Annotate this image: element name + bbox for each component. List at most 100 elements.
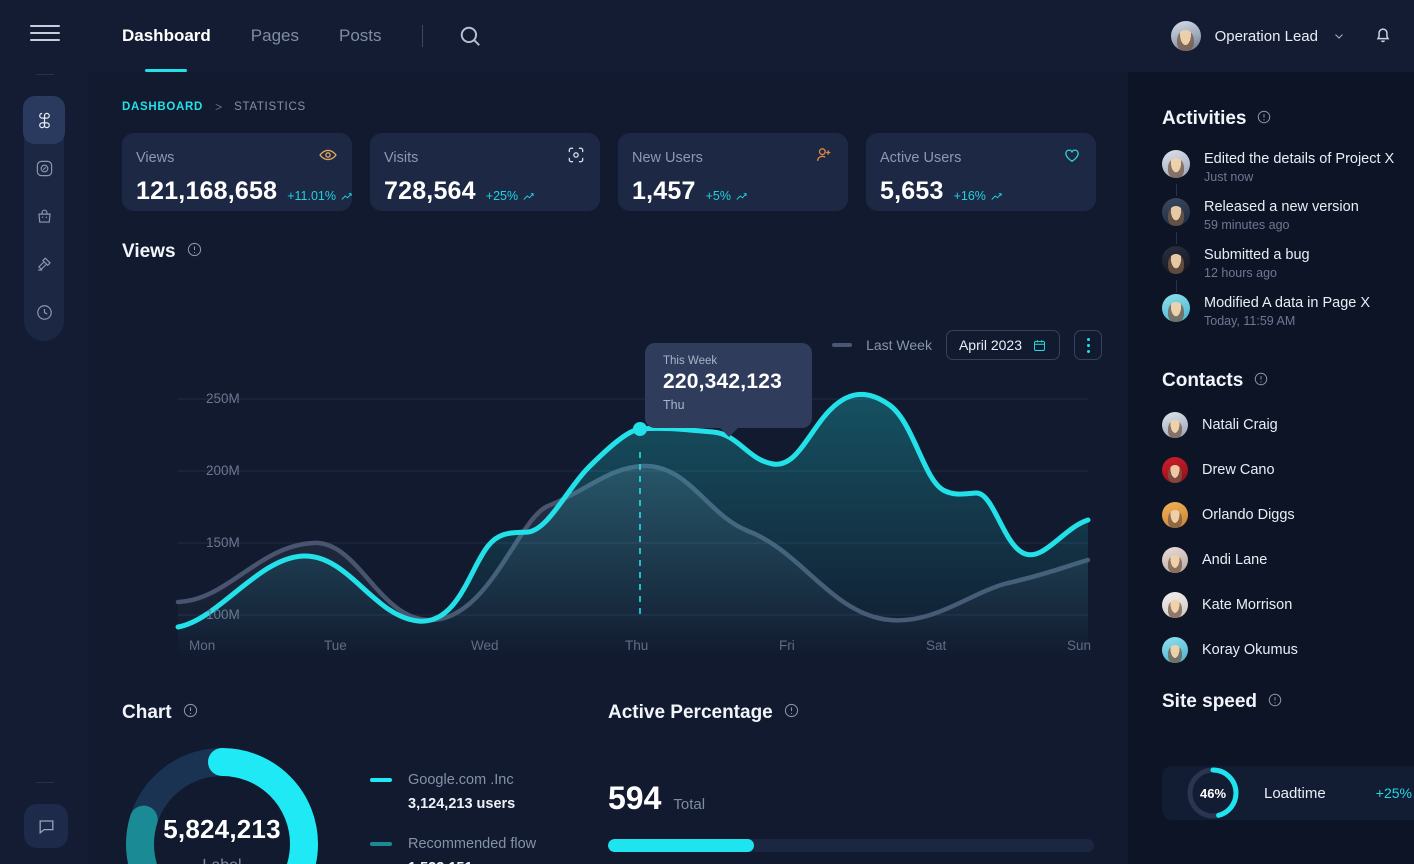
kebab-dot <box>1087 350 1090 353</box>
activity-timestamp: Today, 11:59 AM <box>1204 314 1370 328</box>
activity-text: Released a new version 59 minutes ago <box>1204 198 1359 232</box>
stat-card-header: Views <box>136 145 338 170</box>
chart-panel-header: Chart <box>122 702 602 724</box>
contacts-header: Contacts <box>1162 370 1414 392</box>
info-circle-icon[interactable] <box>1267 692 1283 713</box>
tab-dashboard[interactable]: Dashboard <box>122 0 211 72</box>
list-item[interactable]: Natali Craig <box>1162 412 1414 438</box>
stat-card-active-users[interactable]: Active Users 5,653 +16% <box>866 133 1096 211</box>
breadcrumb-dashboard[interactable]: DASHBOARD <box>122 101 203 113</box>
contact-name: Drew Cano <box>1202 462 1275 478</box>
search-icon[interactable] <box>457 23 483 49</box>
eye-icon <box>318 145 338 170</box>
tab-posts[interactable]: Posts <box>339 0 382 72</box>
site-speed-card[interactable]: 46% Loadtime +25% <box>1162 766 1414 820</box>
list-item[interactable]: Koray Okumus <box>1162 637 1414 663</box>
list-item[interactable]: Submitted a bug 12 hours ago <box>1162 246 1414 294</box>
chevron-down-icon[interactable] <box>1332 29 1346 43</box>
breadcrumb-separator: > <box>215 100 222 114</box>
status-badge: +5% <box>706 189 749 206</box>
stat-card-row: Views 121,168,658 +11.01% Visits <box>122 133 1128 211</box>
y-tick-label: 100M <box>206 607 240 622</box>
date-range-selector[interactable]: April 2023 <box>946 330 1060 360</box>
list-item[interactable]: Modified A data in Page X Today, 11:59 A… <box>1162 294 1414 342</box>
stat-card-visits[interactable]: Visits 728,564 +25% <box>370 133 600 211</box>
stat-card-header: Active Users <box>880 145 1082 170</box>
list-item[interactable]: Drew Cano <box>1162 457 1414 483</box>
sidebar-item-history[interactable] <box>24 288 64 336</box>
compass-icon <box>35 159 54 178</box>
calendar-icon <box>1032 338 1047 353</box>
info-circle-icon[interactable] <box>1253 371 1269 392</box>
legend-row: Google.com .Inc <box>370 772 536 788</box>
list-item[interactable]: Released a new version 59 minutes ago <box>1162 198 1414 246</box>
sidebar-item-explore[interactable] <box>24 144 64 192</box>
more-vertical-icon[interactable] <box>1074 330 1102 360</box>
chart-y-axis: 250M 200M 150M 100M <box>88 368 1128 668</box>
info-circle-icon[interactable] <box>186 241 203 263</box>
avatar[interactable] <box>1171 21 1201 51</box>
list-item[interactable]: Edited the details of Project X Just now <box>1162 150 1414 198</box>
info-circle-icon[interactable] <box>182 702 199 724</box>
main-content: DASHBOARD > STATISTICS Views 121,168,658… <box>88 72 1128 864</box>
chat-bubble-icon[interactable] <box>24 804 68 848</box>
sidebar-divider-top <box>36 74 54 75</box>
tooltip-day: Thu <box>663 398 812 412</box>
hamburger-icon[interactable] <box>30 20 60 46</box>
info-circle-icon[interactable] <box>1256 109 1272 130</box>
list-item[interactable]: Andi Lane <box>1162 547 1414 573</box>
bell-glyph <box>1372 23 1394 45</box>
avatar <box>1162 246 1190 274</box>
stat-card-value: 1,457 <box>632 177 696 206</box>
donut-chart: 5,824,213 Label <box>122 744 322 864</box>
date-range-value: April 2023 <box>959 337 1022 353</box>
list-item[interactable]: Kate Morrison <box>1162 592 1414 618</box>
x-tick-label: Thu <box>625 638 648 653</box>
donut-center-label: Label <box>202 857 241 864</box>
tab-pages[interactable]: Pages <box>251 0 299 72</box>
tooltip-caption: This Week <box>663 355 812 367</box>
search-glyph <box>457 23 483 49</box>
gauge-percent-label: 46% <box>1184 764 1242 822</box>
total-row: 594 Total <box>608 780 1108 817</box>
list-item[interactable]: Orlando Diggs <box>1162 502 1414 528</box>
trend-up-icon <box>990 189 1004 203</box>
stat-card-views[interactable]: Views 121,168,658 +11.01% <box>122 133 352 211</box>
stat-card-value: 5,653 <box>880 177 944 206</box>
site-speed-title: Site speed <box>1162 691 1257 713</box>
right-sidebar: Activities Edited the details of Project… <box>1128 72 1414 864</box>
clock-icon <box>35 303 54 322</box>
sidebar-item-shop[interactable] <box>24 192 64 240</box>
sidebar-item-dashboard[interactable] <box>24 96 64 144</box>
activity-text: Modified A data in Page X Today, 11:59 A… <box>1204 294 1370 328</box>
sidebar-item-tools[interactable] <box>24 240 64 288</box>
progress-bar-fill <box>608 839 754 852</box>
stat-card-new-users[interactable]: New Users 1,457 +5% <box>618 133 848 211</box>
activities-header: Activities <box>1162 108 1414 130</box>
contact-name: Kate Morrison <box>1202 597 1292 613</box>
avatar <box>1162 198 1190 226</box>
stat-card-label: New Users <box>632 150 703 166</box>
contacts-list: Natali Craig Drew Cano Orlando Diggs And… <box>1162 412 1414 663</box>
legend-value: 1,523,151 users <box>408 860 536 864</box>
hamburger-line <box>30 25 60 27</box>
stat-card-body: 121,168,658 +11.01% <box>136 177 338 206</box>
info-circle-icon[interactable] <box>783 702 800 724</box>
contacts-title: Contacts <box>1162 370 1243 392</box>
primary-tabs: Dashboard Pages Posts <box>122 0 483 72</box>
loadtime-label: Loadtime <box>1264 785 1326 802</box>
list-item[interactable]: Recommended flow 1,523,151 users <box>370 836 536 864</box>
status-badge: +16% <box>954 189 1004 206</box>
left-sidebar <box>0 0 88 864</box>
donut-center-value: 5,824,213 <box>163 814 280 845</box>
bell-icon[interactable] <box>1372 23 1394 50</box>
stat-card-body: 1,457 +5% <box>632 177 834 206</box>
dashboard-app: Dashboard Pages Posts Operation Lead <box>0 0 1414 864</box>
progress-bar[interactable] <box>608 839 1094 852</box>
activity-text: Submitted a bug 12 hours ago <box>1204 246 1310 280</box>
contact-name: Andi Lane <box>1202 552 1267 568</box>
stat-card-delta: +5% <box>706 189 731 203</box>
hamburger-line <box>30 32 60 34</box>
total-value: 594 <box>608 780 661 817</box>
list-item[interactable]: Google.com .Inc 3,124,213 users <box>370 772 536 812</box>
